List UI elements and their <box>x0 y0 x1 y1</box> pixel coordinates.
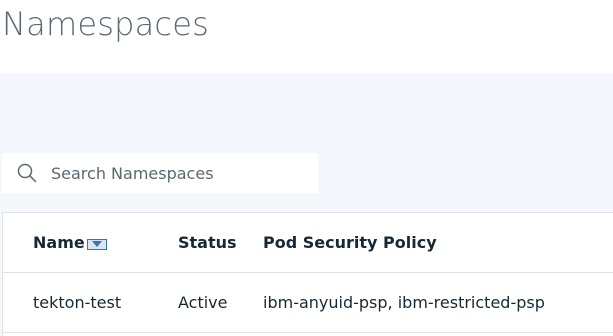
column-header-label: Status <box>178 233 237 252</box>
cell-status: Active <box>178 293 228 312</box>
page-title: Namespaces <box>2 5 209 43</box>
cell-pod-security-policy: ibm-anyuid-psp, ibm-restricted-psp <box>263 293 545 312</box>
table-row[interactable]: tekton-test Active ibm-anyuid-psp, ibm-r… <box>3 273 613 333</box>
namespaces-table: Name Status Pod Security Policy tekton-t… <box>2 212 613 336</box>
table-header: Name Status Pod Security Policy <box>3 213 613 273</box>
sort-descending-icon[interactable] <box>86 238 107 250</box>
search-icon <box>16 162 38 184</box>
search-bar[interactable] <box>2 153 318 193</box>
cell-name[interactable]: tekton-test <box>33 273 121 332</box>
column-header-label: Name <box>33 233 85 252</box>
search-input[interactable] <box>51 163 301 183</box>
column-header-pod-security-policy[interactable]: Pod Security Policy <box>263 213 437 272</box>
column-header-status[interactable]: Status <box>178 213 237 272</box>
column-header-name[interactable]: Name <box>33 213 107 272</box>
column-header-label: Pod Security Policy <box>263 233 437 252</box>
